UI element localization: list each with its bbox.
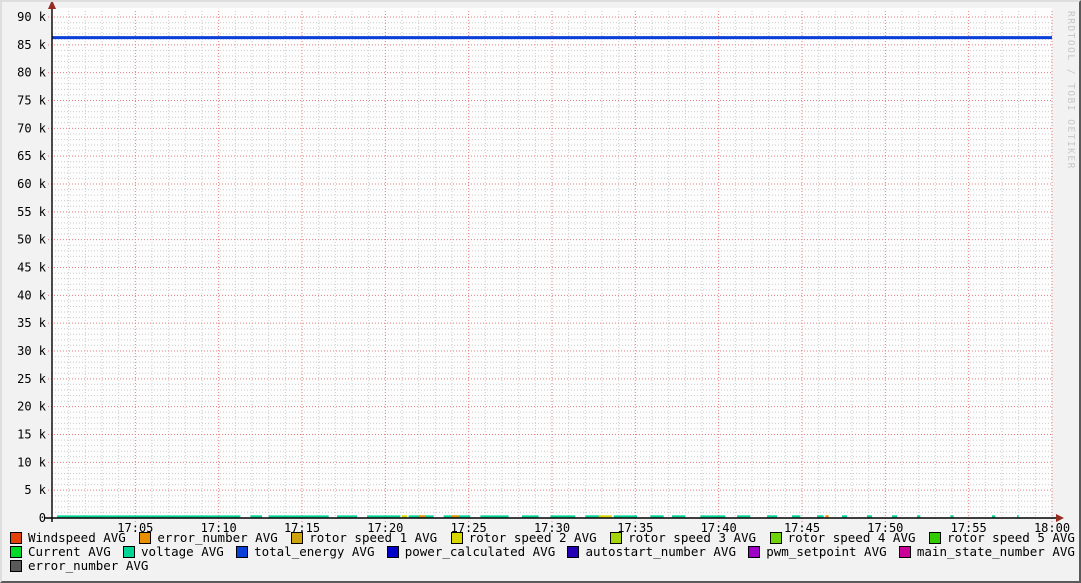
y-axis-tick-label: 65 k bbox=[17, 149, 47, 163]
y-axis-tick-label: 85 k bbox=[17, 38, 47, 52]
legend-label: Windspeed AVG bbox=[28, 531, 126, 545]
legend-item: main_state_number AVG bbox=[899, 545, 1075, 559]
legend-label: rotor speed 2 AVG bbox=[469, 531, 597, 545]
legend-row: Windspeed AVG error_number AVG rotor speed… bbox=[10, 531, 1075, 545]
legend-swatch-icon bbox=[387, 546, 399, 558]
legend-swatch-icon bbox=[123, 546, 135, 558]
y-axis-arrow-icon bbox=[48, 2, 56, 9]
legend-item: error_number AVG bbox=[10, 559, 148, 573]
legend-label: autostart_number AVG bbox=[585, 545, 736, 559]
y-axis-tick-label: 60 k bbox=[17, 177, 47, 191]
legend-swatch-icon bbox=[610, 532, 622, 544]
legend-swatch-icon bbox=[236, 546, 248, 558]
legend-label: power_calculated AVG bbox=[405, 545, 556, 559]
y-axis-tick-label: 20 k bbox=[17, 400, 47, 414]
legend-swatch-icon bbox=[10, 532, 22, 544]
legend-label: voltage AVG bbox=[141, 545, 224, 559]
legend-swatch-icon bbox=[899, 546, 911, 558]
legend-label: error_number AVG bbox=[157, 531, 277, 545]
y-axis-tick-label: 10 k bbox=[17, 455, 47, 469]
legend-swatch-icon bbox=[291, 532, 303, 544]
legend-swatch-icon bbox=[770, 532, 782, 544]
legend-swatch-icon bbox=[139, 532, 151, 544]
watermark-text: RRDTOOL / TOBI OETIKER bbox=[1065, 11, 1076, 170]
y-axis-tick-label: 90 k bbox=[17, 10, 47, 24]
legend-label: pwm_setpoint AVG bbox=[766, 545, 886, 559]
legend-item: pwm_setpoint AVG bbox=[748, 545, 886, 559]
y-axis-tick-label: 70 k bbox=[17, 121, 47, 135]
legend-row: error_number AVG bbox=[10, 559, 1075, 573]
legend-item: voltage AVG bbox=[123, 545, 224, 559]
legend-swatch-icon bbox=[929, 532, 941, 544]
y-axis-tick-label: 15 k bbox=[17, 428, 47, 442]
legend-item: Current AVG bbox=[10, 545, 111, 559]
legend-label: Current AVG bbox=[28, 545, 111, 559]
legend-swatch-icon bbox=[10, 560, 22, 572]
y-axis-tick-label: 5 k bbox=[24, 483, 46, 497]
legend-item: power_calculated AVG bbox=[387, 545, 556, 559]
y-axis-tick-label: 25 k bbox=[17, 372, 47, 386]
y-axis-tick-label: 30 k bbox=[17, 344, 47, 358]
y-axis-tick-label: 55 k bbox=[17, 205, 47, 219]
legend-swatch-icon bbox=[451, 532, 463, 544]
legend-item: error_number AVG bbox=[139, 531, 277, 545]
legend-item: autostart_number AVG bbox=[567, 545, 736, 559]
legend-item: rotor speed 3 AVG bbox=[610, 531, 756, 545]
legend-label: rotor speed 3 AVG bbox=[628, 531, 756, 545]
legend-item: rotor speed 2 AVG bbox=[451, 531, 597, 545]
legend-label: total_energy AVG bbox=[254, 545, 374, 559]
legend-item: rotor speed 1 AVG bbox=[291, 531, 437, 545]
legend-swatch-icon bbox=[10, 546, 22, 558]
legend-row: Current AVG voltage AVG total_energy AVG po… bbox=[10, 545, 1075, 559]
legend-swatch-icon bbox=[748, 546, 760, 558]
chart-legend: Windspeed AVG error_number AVG rotor speed… bbox=[10, 531, 1075, 573]
legend-label: error_number AVG bbox=[28, 559, 148, 573]
legend-item: rotor speed 5 AVG bbox=[929, 531, 1075, 545]
y-axis-tick-label: 80 k bbox=[17, 66, 47, 80]
y-axis-tick-label: 35 k bbox=[17, 316, 47, 330]
legend-item: Windspeed AVG bbox=[10, 531, 126, 545]
y-axis-tick-label: 0 bbox=[39, 511, 46, 525]
y-axis-tick-label: 40 k bbox=[17, 288, 47, 302]
y-axis-tick-label: 50 k bbox=[17, 233, 47, 247]
legend-item: rotor speed 4 AVG bbox=[770, 531, 916, 545]
legend-label: rotor speed 5 AVG bbox=[947, 531, 1075, 545]
legend-swatch-icon bbox=[567, 546, 579, 558]
legend-label: main_state_number AVG bbox=[917, 545, 1075, 559]
rrdtool-graph: 17:0517:1017:1517:2017:2517:3017:3517:40… bbox=[0, 0, 1081, 583]
legend-item: total_energy AVG bbox=[236, 545, 374, 559]
legend-label: rotor speed 1 AVG bbox=[309, 531, 437, 545]
chart-plot-area: 17:0517:1017:1517:2017:2517:3017:3517:40… bbox=[2, 2, 1081, 583]
legend-label: rotor speed 4 AVG bbox=[788, 531, 916, 545]
y-axis-tick-label: 75 k bbox=[17, 94, 47, 108]
y-axis-tick-label: 45 k bbox=[17, 261, 47, 275]
